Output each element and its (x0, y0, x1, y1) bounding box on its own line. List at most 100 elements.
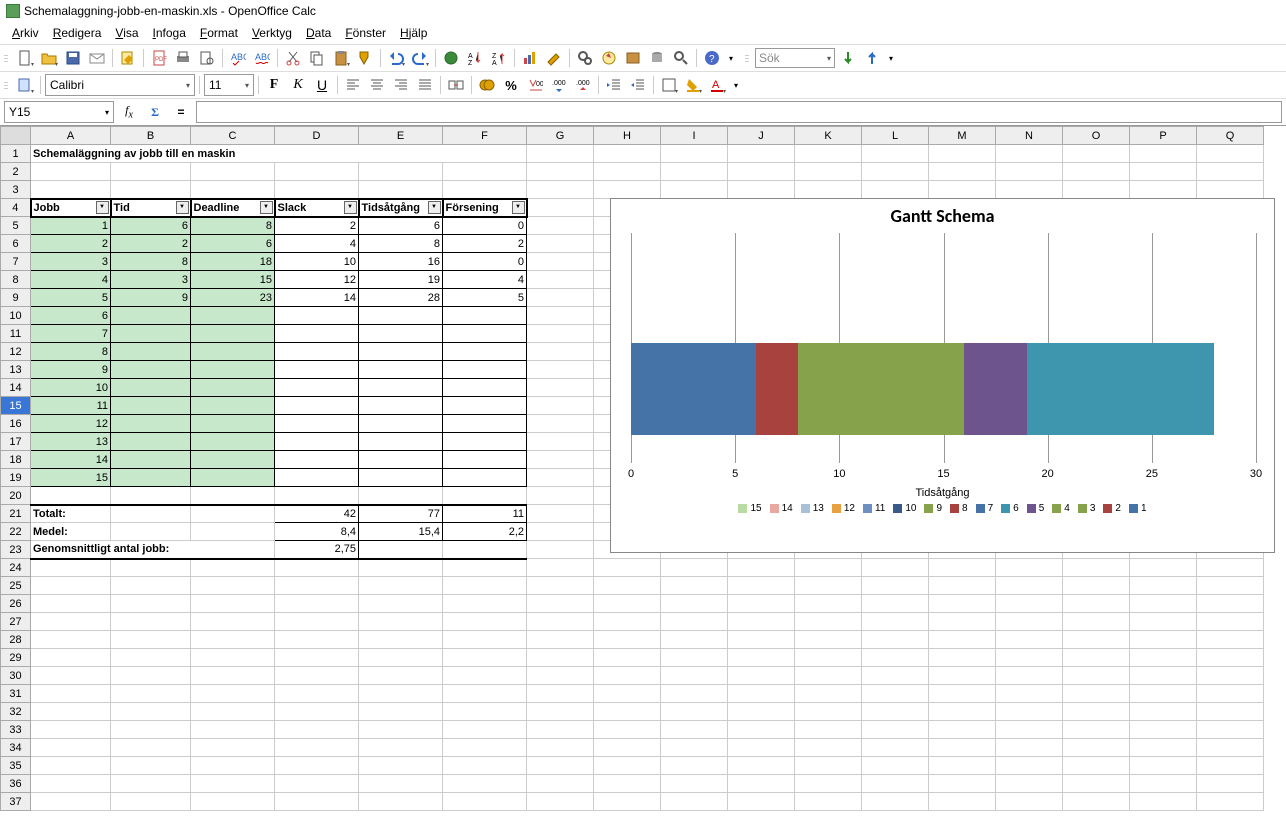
find-button[interactable] (574, 47, 596, 69)
row-header-14[interactable]: 14 (1, 379, 31, 397)
select-all-corner[interactable] (1, 127, 31, 145)
col-header-B[interactable]: B (111, 127, 191, 145)
row-header-20[interactable]: 20 (1, 487, 31, 505)
row-header-37[interactable]: 37 (1, 793, 31, 811)
borders-button[interactable] (658, 74, 680, 96)
row-header-22[interactable]: 22 (1, 523, 31, 541)
row-header-31[interactable]: 31 (1, 685, 31, 703)
col-header-O[interactable]: O (1063, 127, 1130, 145)
fill-color-button[interactable] (682, 74, 704, 96)
toolbar-overflow[interactable]: ▾ (725, 47, 737, 69)
row-header-7[interactable]: 7 (1, 253, 31, 271)
col-header-K[interactable]: K (795, 127, 862, 145)
row-header-27[interactable]: 27 (1, 613, 31, 631)
cut-button[interactable] (282, 47, 304, 69)
search-up-button[interactable] (861, 47, 883, 69)
row-header-32[interactable]: 32 (1, 703, 31, 721)
col-header-H[interactable]: H (594, 127, 661, 145)
col-header-G[interactable]: G (527, 127, 594, 145)
col-header-L[interactable]: L (862, 127, 929, 145)
function-wizard-button[interactable]: fx (118, 101, 140, 123)
row-header-5[interactable]: 5 (1, 217, 31, 235)
print-button[interactable] (172, 47, 194, 69)
col-header-J[interactable]: J (728, 127, 795, 145)
zoom-button[interactable] (670, 47, 692, 69)
gallery-button[interactable] (622, 47, 644, 69)
col-header-E[interactable]: E (359, 127, 443, 145)
open-button[interactable] (38, 47, 60, 69)
pdf-button[interactable]: PDF (148, 47, 170, 69)
row-header-26[interactable]: 26 (1, 595, 31, 613)
copy-button[interactable] (306, 47, 328, 69)
datasource-button[interactable] (646, 47, 668, 69)
menu-visa[interactable]: Visa (109, 24, 144, 42)
percent-button[interactable]: % (500, 74, 522, 96)
decrease-indent-button[interactable] (603, 74, 625, 96)
increase-indent-button[interactable] (627, 74, 649, 96)
menu-fönster[interactable]: Fönster (339, 24, 392, 42)
row-header-29[interactable]: 29 (1, 649, 31, 667)
undo-button[interactable] (385, 47, 407, 69)
filter-icon[interactable]: ▼ (344, 201, 357, 214)
col-header-D[interactable]: D (275, 127, 359, 145)
filter-icon[interactable]: ▼ (96, 201, 109, 214)
new-button[interactable] (14, 47, 36, 69)
italic-button[interactable]: K (287, 74, 309, 96)
align-right-button[interactable] (390, 74, 412, 96)
row-header-12[interactable]: 12 (1, 343, 31, 361)
row-header-2[interactable]: 2 (1, 163, 31, 181)
search-box[interactable]: Sök▾ (755, 48, 835, 68)
font-name-select[interactable]: Calibri▾ (45, 74, 195, 96)
column-header-slack[interactable]: Slack▼ (275, 199, 359, 217)
column-header-jobb[interactable]: Jobb▼ (31, 199, 111, 217)
row-header-6[interactable]: 6 (1, 235, 31, 253)
column-header-försening[interactable]: Försening▼ (443, 199, 527, 217)
sort-asc-button[interactable]: AZ (464, 47, 486, 69)
add-decimal-button[interactable]: .000 (548, 74, 570, 96)
filter-icon[interactable]: ▼ (428, 201, 441, 214)
column-header-tidsåtgång[interactable]: Tidsåtgång▼ (359, 199, 443, 217)
col-header-Q[interactable]: Q (1197, 127, 1264, 145)
toolbar2-overflow[interactable]: ▾ (730, 74, 742, 96)
column-header-tid[interactable]: Tid▼ (111, 199, 191, 217)
row-header-25[interactable]: 25 (1, 577, 31, 595)
sort-desc-button[interactable]: ZA (488, 47, 510, 69)
menu-verktyg[interactable]: Verktyg (246, 24, 298, 42)
font-size-select[interactable]: 11▾ (204, 74, 254, 96)
merge-cells-button[interactable] (445, 74, 467, 96)
col-header-M[interactable]: M (929, 127, 996, 145)
row-header-17[interactable]: 17 (1, 433, 31, 451)
name-box[interactable]: Y15▾ (4, 101, 114, 123)
col-header-I[interactable]: I (661, 127, 728, 145)
filter-icon[interactable]: ▼ (260, 201, 273, 214)
formula-input[interactable] (196, 101, 1282, 123)
search-down-button[interactable] (837, 47, 859, 69)
row-header-16[interactable]: 16 (1, 415, 31, 433)
menu-hjälp[interactable]: Hjälp (394, 24, 433, 42)
currency-button[interactable] (476, 74, 498, 96)
equals-button[interactable]: = (170, 101, 192, 123)
mean-label[interactable]: Medel: (31, 523, 111, 541)
spreadsheet-grid[interactable]: ABCDEFGHIJKLMNOPQ1Schemaläggning av jobb… (0, 125, 1286, 815)
number-format-button[interactable]: 00 (524, 74, 546, 96)
remove-decimal-button[interactable]: .000 (572, 74, 594, 96)
row-header-4[interactable]: 4 (1, 199, 31, 217)
menu-format[interactable]: Format (194, 24, 244, 42)
menu-data[interactable]: Data (300, 24, 337, 42)
align-justify-button[interactable] (414, 74, 436, 96)
row-header-33[interactable]: 33 (1, 721, 31, 739)
col-header-C[interactable]: C (191, 127, 275, 145)
underline-button[interactable]: U (311, 74, 333, 96)
sum-button[interactable]: Σ (144, 101, 166, 123)
row-header-9[interactable]: 9 (1, 289, 31, 307)
row-header-19[interactable]: 19 (1, 469, 31, 487)
gantt-chart[interactable]: Gantt Schema 051015202530 Tidsåtgång 151… (610, 198, 1275, 553)
row-header-34[interactable]: 34 (1, 739, 31, 757)
row-header-21[interactable]: 21 (1, 505, 31, 523)
filter-icon[interactable]: ▼ (512, 201, 525, 214)
menu-arkiv[interactable]: Arkiv (6, 24, 45, 42)
row-header-35[interactable]: 35 (1, 757, 31, 775)
paste-button[interactable] (330, 47, 352, 69)
filter-icon[interactable]: ▼ (176, 201, 189, 214)
col-header-N[interactable]: N (996, 127, 1063, 145)
